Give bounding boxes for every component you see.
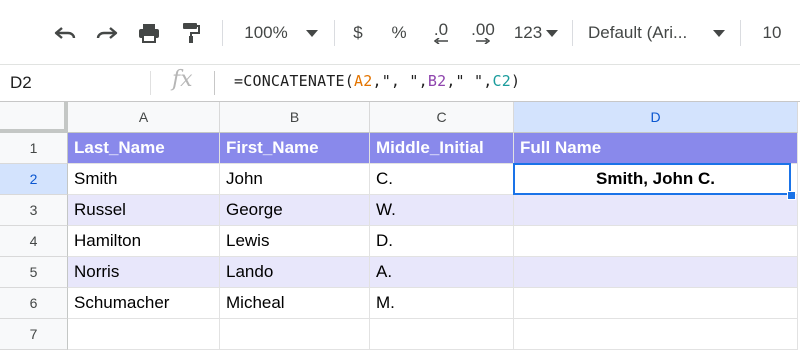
toolbar-divider xyxy=(222,20,223,46)
table-cell[interactable] xyxy=(514,319,798,350)
paint-format-icon[interactable] xyxy=(176,18,206,48)
table-cell[interactable]: Norris xyxy=(68,257,220,288)
header-cell[interactable]: Middle_Initial xyxy=(370,133,514,164)
formula-divider xyxy=(214,71,215,95)
decrease-decimal-label: .0 xyxy=(433,20,449,39)
font-dropdown-icon[interactable] xyxy=(708,18,730,48)
row-header-1[interactable]: 1 xyxy=(0,133,68,164)
table-cell[interactable] xyxy=(370,319,514,350)
toolbar-divider xyxy=(572,20,573,46)
row-header-7[interactable]: 7 xyxy=(0,319,68,350)
formula-part: ,", ", xyxy=(372,72,428,90)
column-header-a[interactable]: A xyxy=(68,102,220,133)
decrease-decimal-button[interactable]: .0 xyxy=(424,18,458,48)
table-cell[interactable]: Lando xyxy=(220,257,370,288)
toolbar-divider xyxy=(740,20,741,46)
table-cell[interactable]: W. xyxy=(370,195,514,226)
row-header-5[interactable]: 5 xyxy=(0,257,68,288)
table-cell[interactable]: Micheal xyxy=(220,288,370,319)
select-all-corner[interactable] xyxy=(0,102,68,133)
table-cell[interactable] xyxy=(514,195,798,226)
header-cell[interactable]: First_Name xyxy=(220,133,370,164)
table-cell[interactable]: Smith, John C. xyxy=(514,164,798,195)
column-header-b[interactable]: B xyxy=(220,102,370,133)
formula-part: B2 xyxy=(427,72,447,90)
table-cell[interactable]: John xyxy=(220,164,370,195)
arrow-right-icon xyxy=(476,38,490,44)
zoom-select[interactable]: 100% xyxy=(238,18,294,48)
table-cell[interactable] xyxy=(514,257,798,288)
font-size-input[interactable]: 10 xyxy=(754,18,790,48)
name-box-divider xyxy=(150,71,151,95)
table-cell[interactable]: Schumacher xyxy=(68,288,220,319)
zoom-value: 100% xyxy=(244,23,288,42)
formula-part: ," ", xyxy=(446,72,493,90)
table-cell[interactable]: M. xyxy=(370,288,514,319)
spreadsheet-grid: A B C D 1 Last_Name First_Name Middle_Initial Fu… xyxy=(0,102,800,350)
fill-handle[interactable] xyxy=(787,191,796,200)
header-cell[interactable]: Full Name xyxy=(514,133,798,164)
more-formats-button[interactable]: 123 xyxy=(508,18,564,48)
percent-button[interactable]: % xyxy=(386,18,412,48)
table-cell[interactable]: Hamilton xyxy=(68,226,220,257)
chevron-down-icon xyxy=(546,29,559,37)
table-cell[interactable] xyxy=(514,226,798,257)
table-cell[interactable] xyxy=(514,288,798,319)
table-cell[interactable]: D. xyxy=(370,226,514,257)
arrow-left-icon xyxy=(434,38,448,44)
column-header-c[interactable]: C xyxy=(370,102,514,133)
table-cell[interactable]: Lewis xyxy=(220,226,370,257)
fx-icon: fx xyxy=(172,67,193,92)
currency-label: $ xyxy=(353,23,363,42)
table-cell[interactable]: A. xyxy=(370,257,514,288)
formula-input[interactable]: =CONCATENATE(A2,", ",B2," ",C2) xyxy=(234,72,520,90)
row-header-6[interactable]: 6 xyxy=(0,288,68,319)
name-box[interactable]: D2 xyxy=(10,73,32,93)
column-header-d[interactable]: D xyxy=(514,102,798,133)
formula-bar: D2 fx =CONCATENATE(A2,", ",B2," ",C2) xyxy=(0,64,800,102)
print-icon[interactable] xyxy=(134,18,164,48)
percent-label: % xyxy=(391,23,407,42)
currency-button[interactable]: $ xyxy=(346,18,370,48)
table-cell[interactable] xyxy=(220,319,370,350)
zoom-dropdown-icon[interactable] xyxy=(300,18,324,48)
formula-part: C2 xyxy=(492,72,511,90)
toolbar-divider xyxy=(334,20,335,46)
row-header-2[interactable]: 2 xyxy=(0,164,68,195)
increase-decimal-button[interactable]: .00 xyxy=(466,18,500,48)
table-cell[interactable]: George xyxy=(220,195,370,226)
font-name: Default (Ari... xyxy=(588,23,688,42)
font-select[interactable]: Default (Ari... xyxy=(588,18,700,48)
redo-icon[interactable] xyxy=(92,18,122,48)
toolbar: 100% $ % .0 .00 123 Default (Ari... 10 xyxy=(0,0,800,64)
table-cell[interactable]: C. xyxy=(370,164,514,195)
undo-icon[interactable] xyxy=(50,18,80,48)
row-header-3[interactable]: 3 xyxy=(0,195,68,226)
font-size-value: 10 xyxy=(762,23,782,42)
table-cell[interactable]: Russel xyxy=(68,195,220,226)
increase-decimal-label: .00 xyxy=(471,20,495,39)
table-cell[interactable]: Smith xyxy=(68,164,220,195)
table-cell[interactable] xyxy=(68,319,220,350)
formula-part: =CONCATENATE( xyxy=(234,72,354,90)
row-header-4[interactable]: 4 xyxy=(0,226,68,257)
more-formats-label: 123 xyxy=(513,23,543,42)
formula-part: A2 xyxy=(354,72,373,90)
formula-part: ) xyxy=(510,72,521,90)
header-cell[interactable]: Last_Name xyxy=(68,133,220,164)
